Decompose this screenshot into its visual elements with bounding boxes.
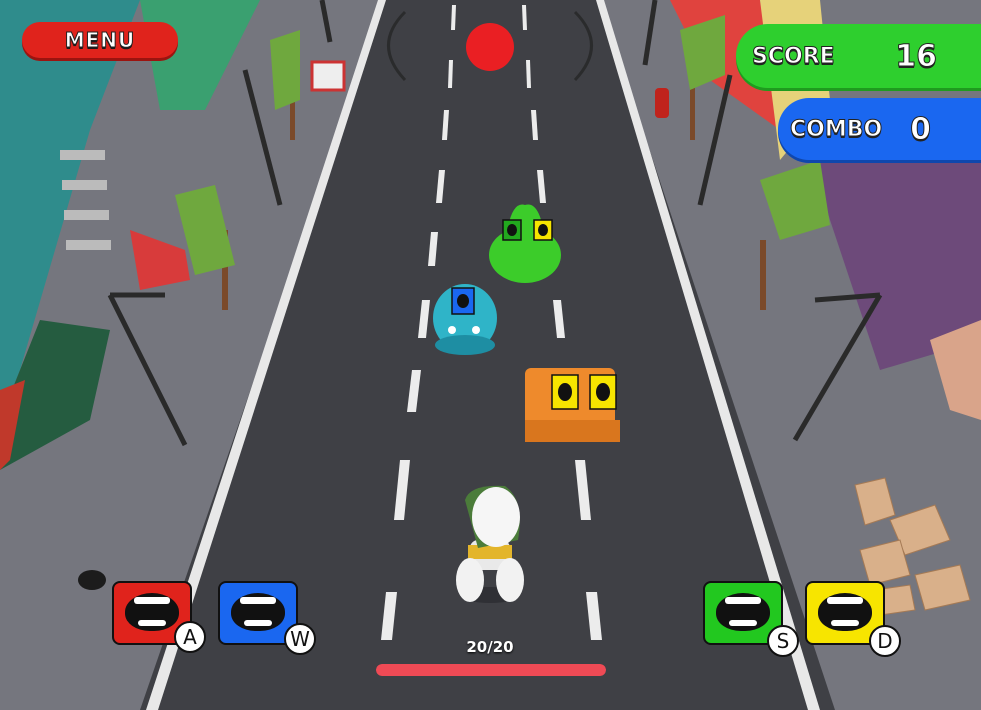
orange-box-monster xyxy=(525,368,620,442)
health-bar-fill xyxy=(376,664,606,676)
combo-value: 0 xyxy=(910,111,932,147)
health-text: 20/20 xyxy=(466,638,514,656)
key-w-badge: W xyxy=(284,623,316,655)
key-d-badge: D xyxy=(869,625,901,657)
score-label: SCORE xyxy=(752,43,836,69)
score-value: 16 xyxy=(895,38,938,74)
health-bar xyxy=(376,664,606,676)
record-button[interactable] xyxy=(466,23,514,71)
score-panel: SCORE 16 xyxy=(736,24,981,88)
combo-label: COMBO xyxy=(789,116,883,142)
key-a-badge: A xyxy=(174,621,206,653)
red-mouth-button[interactable]: A xyxy=(112,581,206,653)
combo-panel: COMBO 0 xyxy=(778,98,981,160)
green-mouth-button[interactable]: S xyxy=(703,581,799,657)
key-s-badge: S xyxy=(767,625,799,657)
blue-mouth-button[interactable]: W xyxy=(218,581,316,655)
blue-blob-monster xyxy=(433,284,497,355)
menu-button[interactable]: MENU xyxy=(22,22,178,58)
yellow-mouth-button[interactable]: D xyxy=(805,581,901,657)
